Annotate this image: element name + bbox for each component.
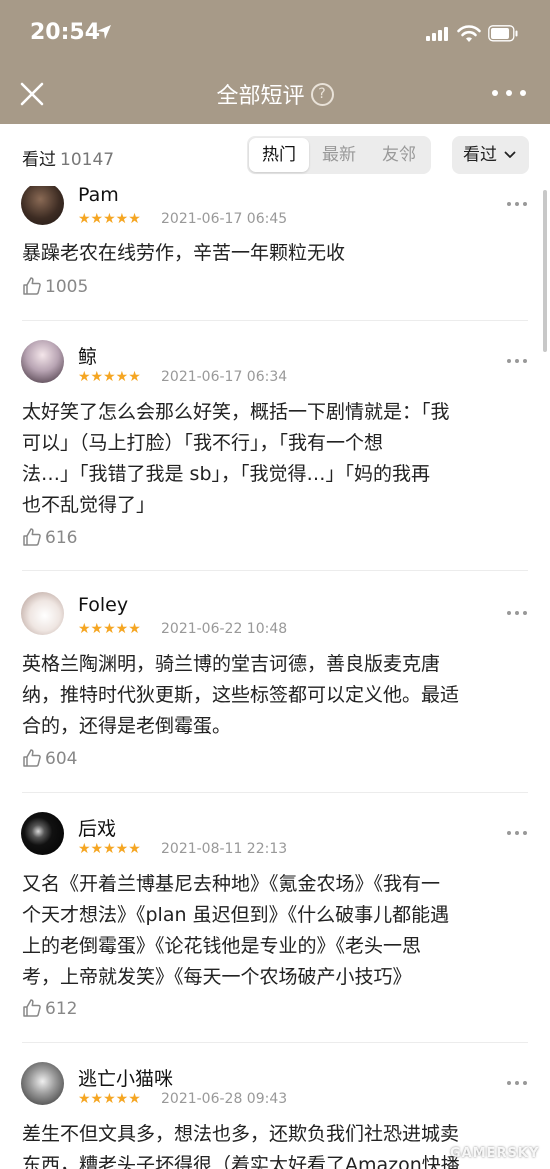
tab-hot[interactable]: 热门 — [249, 138, 309, 172]
comment-more-icon[interactable] — [507, 359, 529, 365]
username[interactable]: 鲸 — [78, 342, 97, 369]
divider — [22, 320, 528, 321]
like-count: 612 — [45, 999, 78, 1019]
thumbs-up-icon — [23, 528, 41, 546]
comment-more-icon[interactable] — [507, 202, 529, 208]
thumbs-up-icon — [23, 999, 41, 1017]
help-icon[interactable]: ? — [310, 82, 334, 106]
tab-latest[interactable]: 最新 — [309, 136, 369, 174]
comment-text: 又名《开着兰博基尼去种地》《氪金农场》《我有一 个天才想法》《plan 虽迟但到… — [22, 873, 450, 988]
page-title: 全部短评 — [216, 84, 305, 109]
comment-date: 2021-08-11 22:13 — [161, 841, 288, 857]
battery-icon — [488, 25, 518, 42]
nav-bar: 全部短评? — [0, 64, 550, 124]
divider — [22, 1042, 528, 1043]
wifi-icon — [457, 25, 481, 42]
watermark: GAMERSKY — [450, 1146, 540, 1161]
page-title-group: 全部短评? — [0, 78, 550, 110]
seen-label: 看过 — [22, 150, 56, 170]
comment-text: 差生不但文具多，想法也多，还欺负我们社恐进城卖 东西，糟老头子坏得很（着实太好看… — [22, 1123, 460, 1169]
more-options-icon[interactable] — [492, 90, 526, 98]
username[interactable]: 后戏 — [78, 814, 116, 841]
sort-segmented-control: 热门 最新 友邻 — [247, 136, 431, 174]
cellular-signal-icon — [426, 27, 450, 41]
comment-date: 2021-06-17 06:45 — [161, 211, 288, 227]
divider — [22, 792, 528, 793]
rating-stars: ★★★★★ — [78, 841, 141, 857]
seen-count: 10147 — [60, 150, 115, 170]
comment-more-icon[interactable] — [507, 1081, 529, 1087]
comment-more-icon[interactable] — [507, 831, 529, 837]
avatar[interactable] — [21, 340, 64, 383]
avatar[interactable] — [21, 186, 64, 225]
comment-text: 暴躁老农在线劳作，辛苦一年颗粒无收 — [22, 242, 346, 264]
top-header: 20:54 全部短评? — [0, 0, 550, 124]
like-count: 604 — [45, 749, 78, 769]
like-button[interactable]: 616 — [22, 527, 77, 548]
comment-list: Pam ★★★★★ 2021-06-17 06:45 暴躁老农在线劳作，辛苦一年… — [0, 186, 550, 1169]
like-count: 1005 — [45, 277, 89, 297]
rating-stars: ★★★★★ — [78, 1091, 141, 1107]
comment-date: 2021-06-28 09:43 — [161, 1091, 288, 1107]
avatar[interactable] — [21, 592, 64, 635]
tab-friends[interactable]: 友邻 — [369, 136, 429, 174]
like-count: 616 — [45, 528, 78, 548]
status-bar: 20:54 — [0, 0, 550, 64]
comment-date: 2021-06-22 10:48 — [161, 621, 288, 637]
like-button[interactable]: 1005 — [22, 276, 88, 297]
comment-date: 2021-06-17 06:34 — [161, 369, 288, 385]
avatar[interactable] — [21, 812, 64, 855]
comment-more-icon[interactable] — [507, 611, 529, 617]
like-button[interactable]: 604 — [22, 748, 77, 769]
thumbs-up-icon — [23, 277, 41, 295]
seen-count-label: 看过 10147 — [22, 145, 114, 170]
comment-text: 太好笑了怎么会那么好笑，概括一下剧情就是：「我 可以」（马上打脸）「我不行」，「… — [22, 401, 450, 516]
location-arrow-icon — [97, 25, 111, 39]
filter-bar: 看过 10147 热门 最新 友邻 看过 — [0, 124, 550, 186]
like-button[interactable]: 612 — [22, 998, 77, 1019]
divider — [22, 570, 528, 571]
rating-stars: ★★★★★ — [78, 369, 141, 385]
username[interactable]: Foley — [78, 594, 128, 616]
rating-stars: ★★★★★ — [78, 621, 141, 637]
username[interactable]: 逃亡小猫咪 — [78, 1064, 173, 1091]
thumbs-up-icon — [23, 749, 41, 767]
username[interactable]: Pam — [78, 186, 119, 206]
status-filter-dropdown[interactable]: 看过 — [452, 136, 529, 174]
dropdown-label: 看过 — [463, 145, 497, 165]
avatar[interactable] — [21, 1062, 64, 1105]
comment-text: 英格兰陶渊明，骑兰博的堂吉诃德，善良版麦克唐 纳，推特时代狄更斯，这些标签都可以… — [22, 653, 460, 737]
rating-stars: ★★★★★ — [78, 211, 141, 227]
status-time: 20:54 — [30, 20, 101, 45]
scrollbar[interactable] — [543, 190, 547, 352]
chevron-down-icon — [504, 151, 516, 158]
